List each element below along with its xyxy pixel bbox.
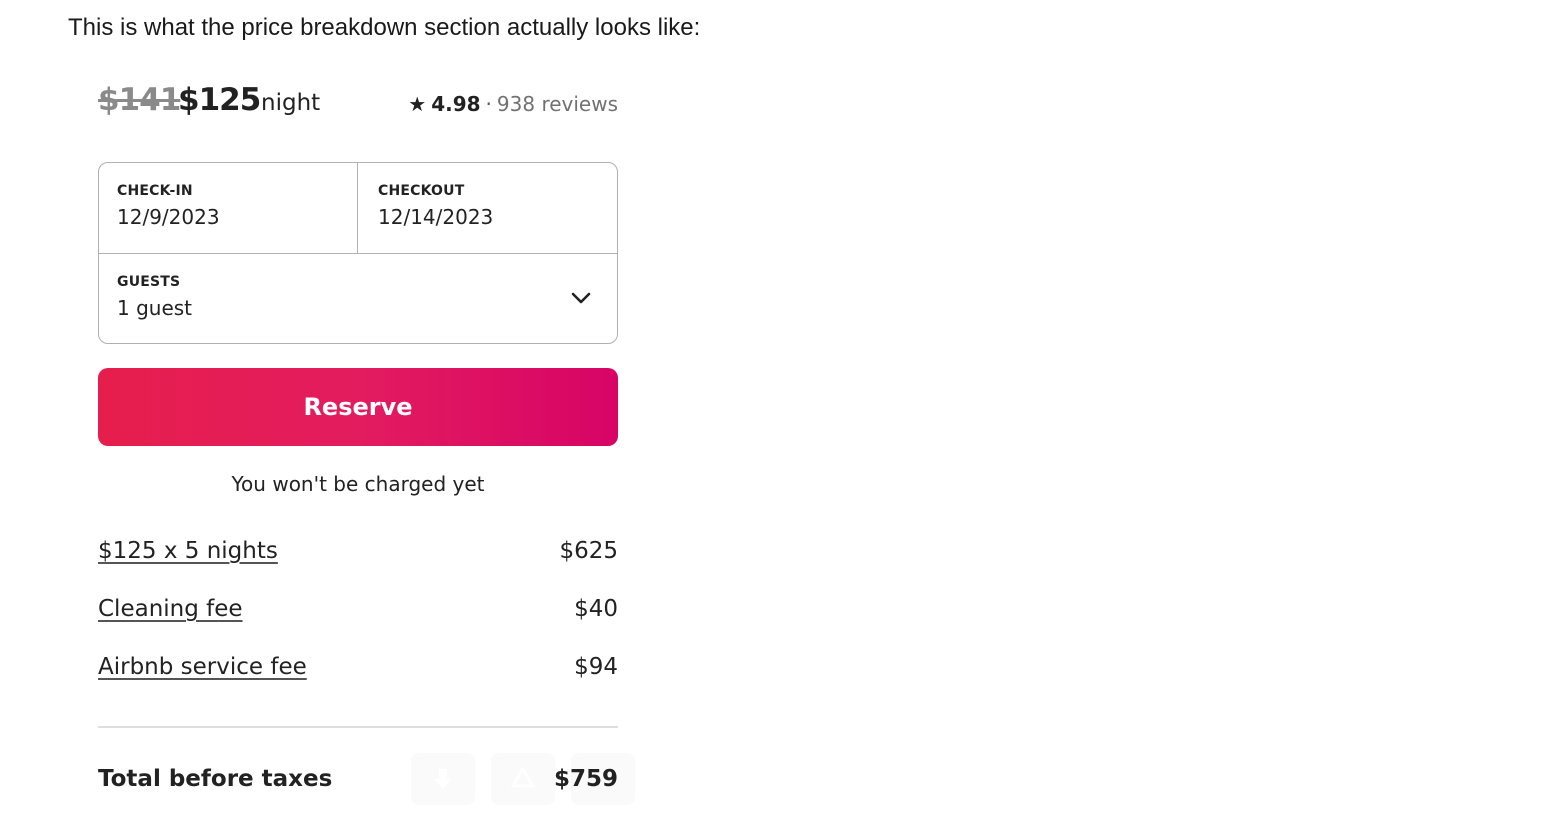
total-amount: $759 [553,766,618,792]
checkout-label: CHECKOUT [378,183,465,199]
no-charge-note: You won't be charged yet [231,472,485,496]
cleaning-fee-link[interactable]: Cleaning fee [98,596,243,622]
checkout-value: 12/14/2023 [378,205,494,229]
checkout-field[interactable]: CHECKOUT 12/14/2023 [358,163,617,253]
service-fee-amount: $94 [574,654,618,680]
discounted-price: $125 [178,82,261,118]
guests-dropdown[interactable]: GUESTS 1 guest [99,253,617,343]
reviews-link[interactable]: 938 reviews [497,92,618,116]
guests-value: 1 guest [117,296,193,320]
booking-picker: CHECK-IN 12/9/2023 CHECKOUT 12/14/2023 G… [98,162,618,344]
intro-text: This is what the price breakdown section… [68,14,701,41]
checkin-label: CHECK-IN [117,183,193,199]
rating-summary: ★ 4.98 · 938 reviews [408,92,618,116]
rating-value: 4.98 [431,92,481,116]
per-night-label: night [261,90,321,116]
reserve-button[interactable]: Reserve [98,368,618,446]
nightly-rate-amount: $625 [559,538,618,564]
checkin-field[interactable]: CHECK-IN 12/9/2023 [99,163,358,253]
separator-dot: · [485,92,492,116]
divider [98,726,618,728]
price-header: $141 $125 night ★ 4.98 · 938 reviews [98,80,618,130]
price-breakdown-card: $141 $125 night ★ 4.98 · 938 reviews CHE… [98,80,635,805]
checkin-value: 12/9/2023 [117,205,220,229]
service-fee-link[interactable]: Airbnb service fee [98,654,307,680]
nightly-rate-link[interactable]: $125 x 5 nights [98,538,278,564]
original-price: $141 [98,82,181,118]
total-row: Total before taxes $759 [98,766,618,792]
chevron-down-icon[interactable] [571,290,591,306]
star-icon: ★ [408,92,427,116]
guests-label: GUESTS [117,274,181,290]
total-label: Total before taxes [98,766,333,792]
cleaning-fee-amount: $40 [574,596,618,622]
